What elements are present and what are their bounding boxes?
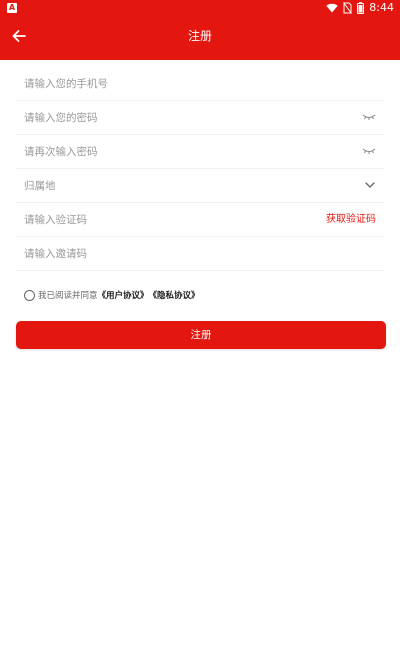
- agree-radio[interactable]: [24, 289, 35, 301]
- status-bar: A 8:44: [0, 0, 400, 16]
- page-title: 注册: [187, 29, 212, 43]
- phone-input[interactable]: [16, 67, 384, 100]
- app-header: A 8:44 注册: [0, 0, 400, 60]
- invite-row: [16, 237, 384, 271]
- register-button[interactable]: 注册: [16, 321, 386, 349]
- wifi-icon: [326, 3, 338, 13]
- eye-closed-icon[interactable]: [362, 112, 376, 122]
- confirm-password-row: [16, 135, 384, 169]
- phone-row: [16, 67, 384, 101]
- password-input[interactable]: [16, 101, 384, 134]
- password-row: [16, 101, 384, 135]
- privacy-agreement-link[interactable]: 《隐私协议》: [149, 289, 200, 301]
- agreement-row: 我已阅读并同意 《用户协议》 《隐私协议》: [24, 288, 200, 302]
- user-agreement-link[interactable]: 《用户协议》: [98, 289, 149, 301]
- chevron-down-icon: [365, 182, 375, 188]
- app-notification-icon: A: [7, 3, 17, 13]
- register-form: 归属地 获取验证码: [16, 67, 384, 271]
- agreement-prefix: 我已阅读并同意: [38, 291, 98, 301]
- invite-input[interactable]: [16, 237, 384, 270]
- toolbar: 注册: [0, 16, 400, 60]
- eye-closed-icon[interactable]: [362, 146, 376, 156]
- status-time: 8:44: [369, 1, 394, 14]
- region-select[interactable]: 归属地: [16, 169, 384, 203]
- no-sim-icon: [343, 2, 353, 14]
- confirm-password-input[interactable]: [16, 135, 384, 168]
- code-row: 获取验证码: [16, 203, 384, 237]
- region-label: 归属地: [24, 180, 56, 192]
- battery-icon: [357, 2, 365, 14]
- get-code-button[interactable]: 获取验证码: [326, 203, 376, 236]
- status-icons: 8:44: [326, 1, 394, 15]
